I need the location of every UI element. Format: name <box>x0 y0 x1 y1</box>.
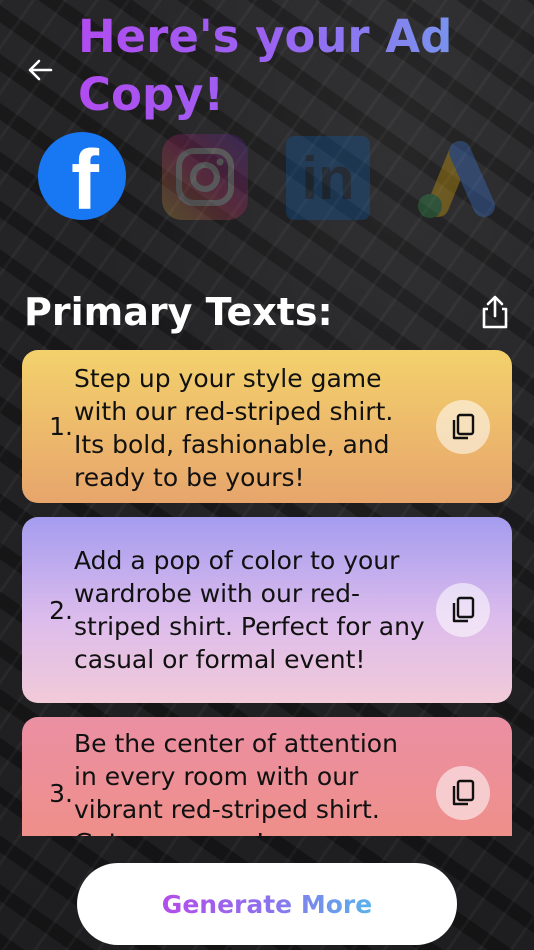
share-icon <box>482 295 508 329</box>
copy-icon <box>452 413 475 439</box>
copy-icon <box>452 596 475 623</box>
platform-linkedin[interactable]: in <box>286 136 370 220</box>
platform-google-ads[interactable] <box>408 134 506 222</box>
back-button[interactable] <box>24 54 56 86</box>
platform-facebook[interactable]: f <box>38 132 126 220</box>
section-title: Primary Texts: <box>24 290 333 334</box>
item-number: 1. <box>49 412 73 441</box>
item-text: Be the center of attention in every room… <box>74 729 398 836</box>
generate-more-button[interactable]: Generate More <box>77 863 457 945</box>
instagram-icon <box>176 148 234 206</box>
platform-selector: f in <box>0 132 534 224</box>
platform-instagram[interactable] <box>162 134 248 220</box>
copy-button[interactable] <box>436 583 490 637</box>
share-button[interactable] <box>478 294 512 330</box>
item-number: 3. <box>49 779 73 808</box>
page-title: Here's your Ad Copy! <box>78 8 508 124</box>
copy-button[interactable] <box>436 399 490 454</box>
arrow-left-icon <box>28 59 53 81</box>
generate-more-label: Generate More <box>161 889 373 919</box>
item-number: 2. <box>49 595 73 625</box>
primary-texts-list[interactable]: 1. Step up your style game with our red-… <box>0 350 534 836</box>
list-item: 2. Add a pop of color to your wardrobe w… <box>22 517 512 703</box>
google-ads-icon <box>418 141 495 218</box>
item-text: Step up your style game with our red-str… <box>74 363 394 492</box>
item-text: Add a pop of color to your wardrobe with… <box>74 546 425 674</box>
list-item: 1. Step up your style game with our red-… <box>22 350 512 503</box>
list-item: 3. Be the center of attention in every r… <box>22 717 512 836</box>
linkedin-icon: in <box>301 144 355 212</box>
copy-icon <box>452 779 475 806</box>
facebook-icon: f <box>71 133 99 220</box>
copy-button[interactable] <box>436 766 490 820</box>
